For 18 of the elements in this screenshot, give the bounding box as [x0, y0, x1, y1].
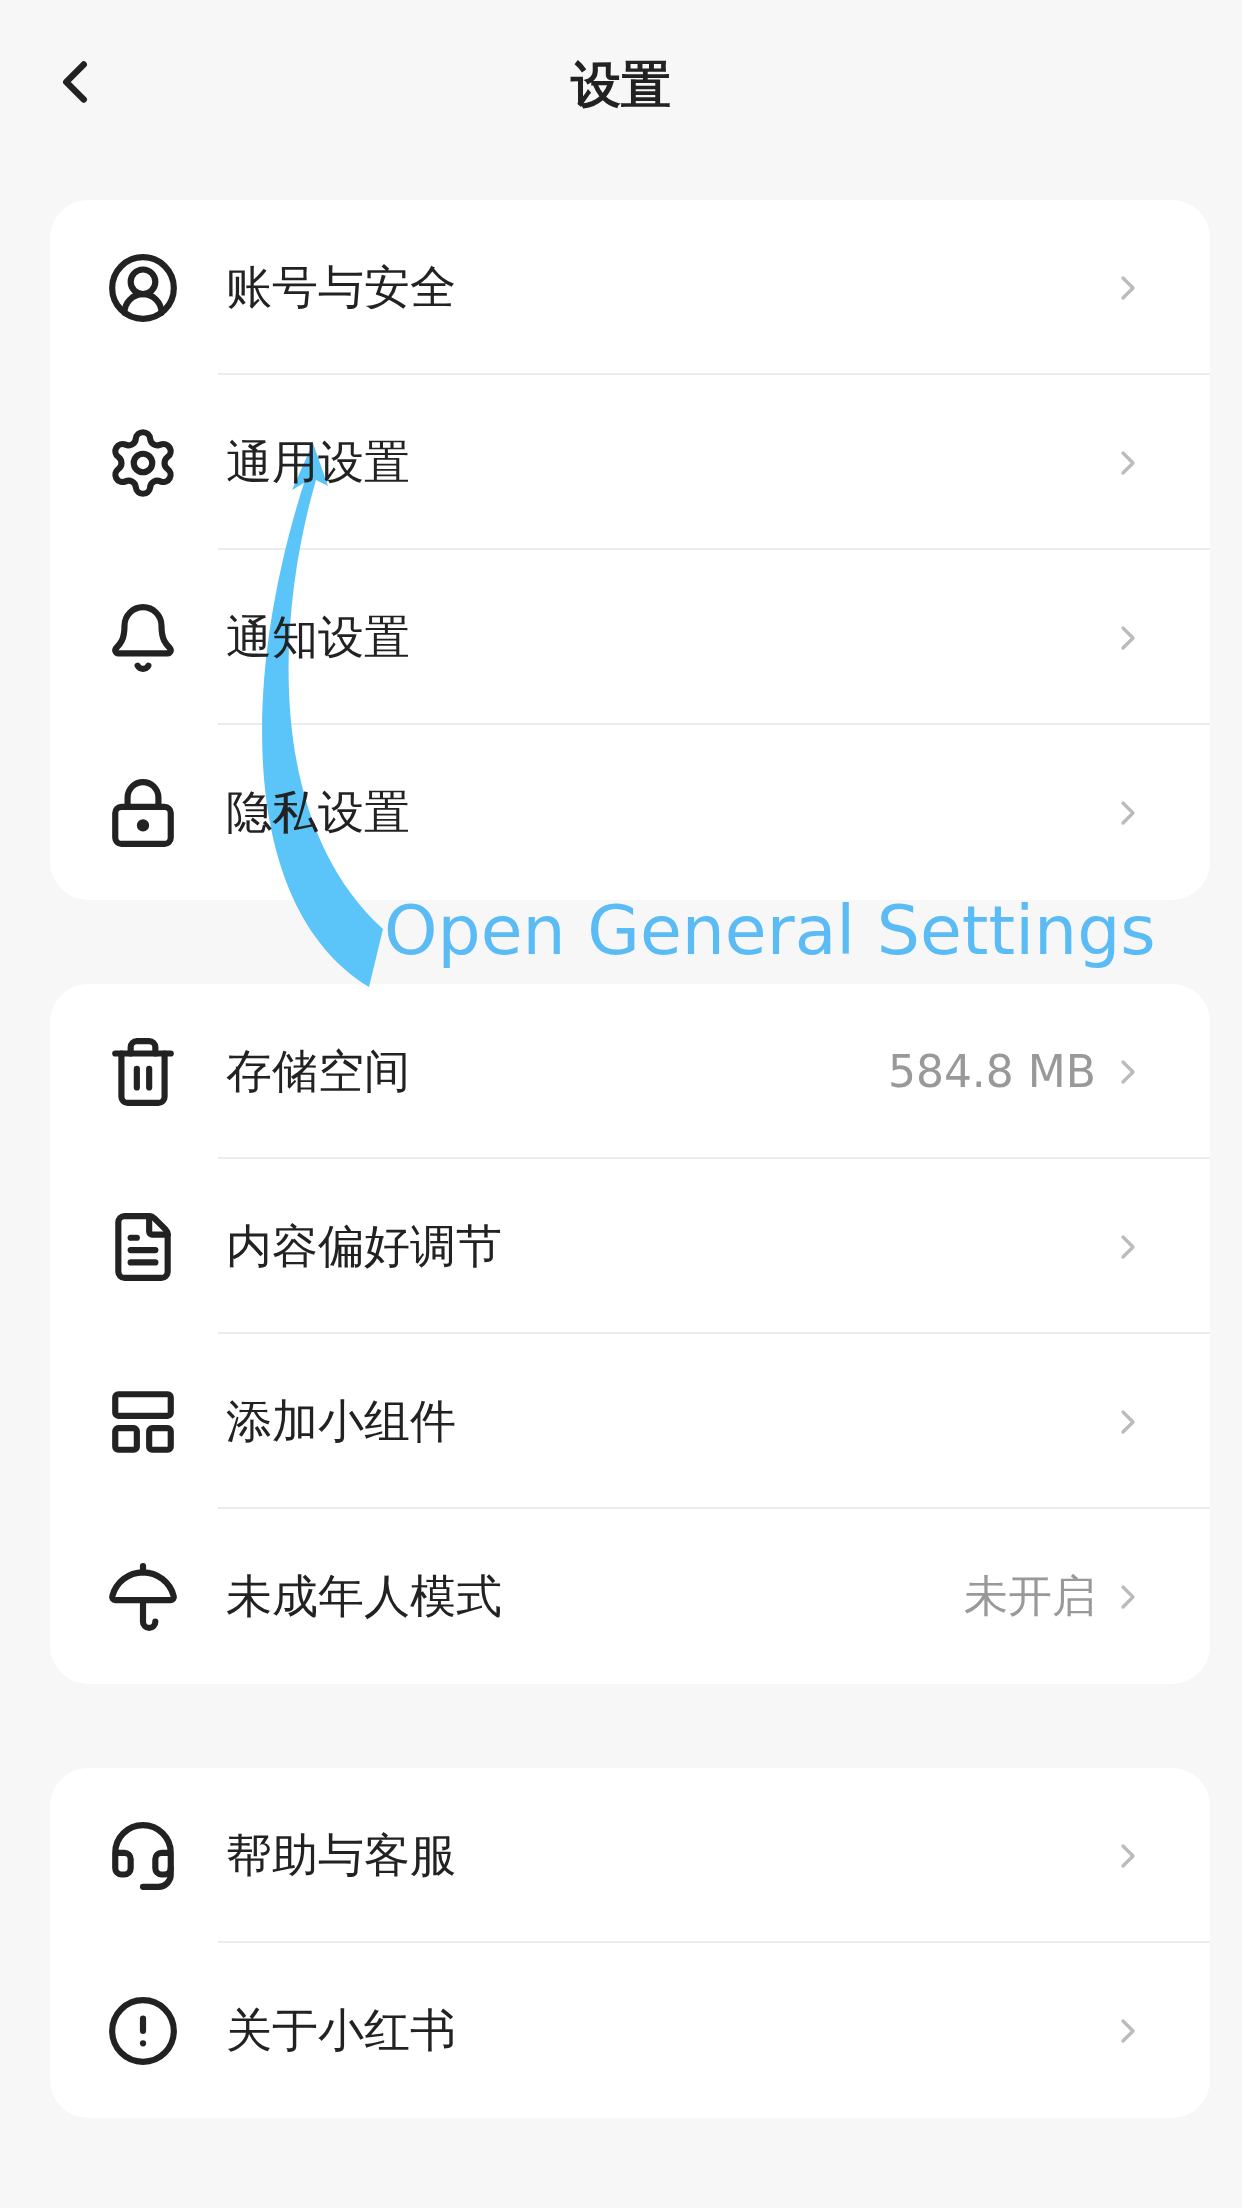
- row-label: 关于小红书: [226, 2001, 457, 2059]
- row-label: 帮助与客服: [226, 1826, 457, 1884]
- row-value: 未开启: [964, 1569, 1096, 1623]
- settings-row[interactable]: 添加小组件: [50, 1334, 1210, 1509]
- settings-row[interactable]: 账号与安全: [50, 200, 1210, 375]
- row-label: 存储空间: [226, 1042, 411, 1100]
- settings-row[interactable]: 未成年人模式 未开启: [50, 1509, 1210, 1684]
- settings-row[interactable]: 存储空间 584.8 MB: [50, 984, 1210, 1159]
- page-title: 设置: [571, 54, 671, 116]
- row-label: 未成年人模式: [226, 1567, 503, 1625]
- annotation-text: Open General Settings: [384, 892, 1156, 971]
- settings-row[interactable]: 帮助与客服: [50, 1768, 1210, 1943]
- row-label: 账号与安全: [226, 258, 457, 316]
- settings-row[interactable]: 内容偏好调节: [50, 1159, 1210, 1334]
- row-value: 584.8 MB: [887, 1046, 1096, 1097]
- settings-row[interactable]: 关于小红书: [50, 1943, 1210, 2118]
- row-label: 添加小组件: [226, 1392, 457, 1450]
- row-label: 内容偏好调节: [226, 1217, 503, 1275]
